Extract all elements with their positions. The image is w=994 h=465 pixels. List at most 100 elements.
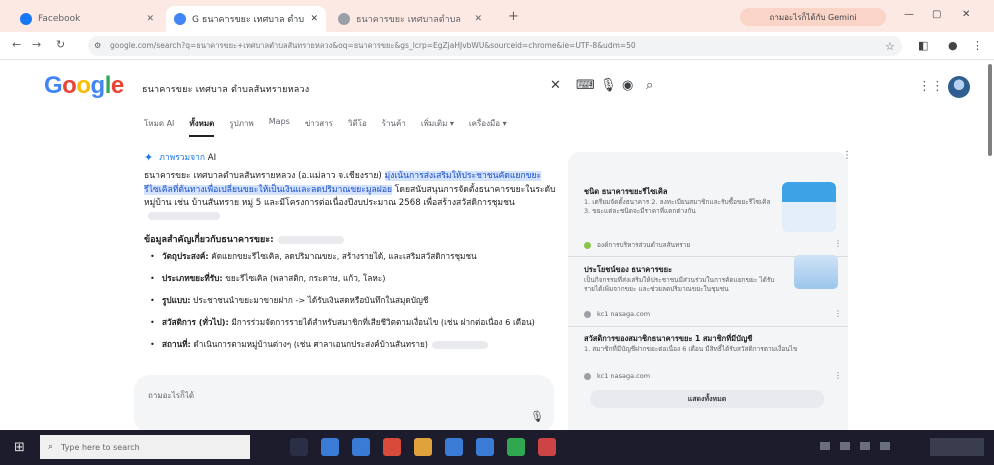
paragraph-intro: ธนาคารขยะ เทศบาลตำบลสันทรายหลวง (อ.แม่ลา…	[144, 171, 385, 181]
task-view-icon[interactable]	[290, 438, 308, 456]
site-favicon-icon	[584, 372, 591, 380]
more-options-icon[interactable]: ⋮	[834, 371, 842, 380]
extensions-icon[interactable]: ◧	[918, 39, 928, 52]
search-filter-tabs: โหมด AI ทั้งหมด รูปภาพ Maps ข่าวสาร วิดี…	[144, 117, 507, 137]
bullet-term: วัตถุประสงค์:	[162, 251, 209, 261]
list-item: สถานที่: ดำเนินการตามหมู่บ้านต่างๆ (เช่น…	[150, 338, 560, 350]
filter-shopping[interactable]: ร้านค้า	[382, 117, 406, 137]
bullet-text: ขยะรีไซเคิล (พลาสติก, กระดาษ, แก้ว, โลหะ…	[222, 273, 386, 283]
page-scrollbar[interactable]	[984, 60, 994, 430]
avatar[interactable]	[948, 76, 970, 98]
gemini-button[interactable]: ถามอะไรก็ได้กับ Gemini	[740, 8, 886, 26]
lens-icon[interactable]: ◉	[622, 78, 633, 93]
google-icon	[174, 13, 186, 25]
source-chip[interactable]	[277, 235, 344, 244]
tray-icon[interactable]	[880, 442, 890, 450]
site-name: kc1 nasaga.com	[597, 310, 651, 318]
bookmark-star-icon[interactable]: ☆	[885, 40, 895, 53]
tray-icon[interactable]	[820, 442, 830, 450]
search-icon[interactable]: ⌕	[646, 78, 653, 93]
gemini-button-label: ถามอะไรก็ได้กับ Gemini	[769, 12, 857, 22]
filter-news[interactable]: ข่าวสาร	[305, 117, 333, 137]
site-favicon-icon	[584, 241, 591, 249]
chrome-icon[interactable]	[445, 438, 463, 456]
app-icon[interactable]	[352, 438, 370, 456]
bullet-term: สถานที่:	[162, 339, 191, 349]
tab-waste-bank[interactable]: ธนาคารขยะ เทศบาลตำบล ✕	[330, 6, 490, 32]
maximize-icon[interactable]: ▢	[932, 9, 941, 20]
tab-google-search[interactable]: G ธนาคารขยะ เทศบาล ตำบลสันทรายหลวง ✕	[166, 6, 326, 32]
plus-icon[interactable]: +	[508, 9, 519, 24]
google-logo[interactable]: Google	[44, 72, 124, 100]
source-title: สวัสดิการของสมาชิกธนาคารขยะ 1 สมาชิกที่ม…	[584, 334, 753, 343]
filter-maps[interactable]: Maps	[269, 117, 290, 137]
app-icon[interactable]	[507, 438, 525, 456]
search-input[interactable]: ธนาคารขยะ เทศบาล ตำบลสันทรายหลวง	[142, 82, 442, 96]
file-explorer-icon[interactable]	[414, 438, 432, 456]
close-icon[interactable]: ✕	[146, 14, 154, 24]
windows-start-icon[interactable]: ⊞	[14, 440, 25, 455]
list-item: สวัสดิการ (ทั่วไป): มีการร่วมจัดการรายได…	[150, 316, 560, 328]
filter-tools[interactable]: เครื่องมือ ▾	[469, 117, 507, 137]
taskbar-clock[interactable]	[930, 438, 984, 456]
menu-icon[interactable]: ⋮	[972, 39, 983, 52]
ai-overview-header: ✦ ภาพรวมจาก AI	[144, 150, 216, 164]
facebook-icon	[20, 13, 32, 25]
filter-more[interactable]: เพิ่มเติม ▾	[421, 117, 454, 137]
site-favicon-icon	[584, 310, 591, 318]
close-window-icon[interactable]: ✕	[962, 9, 970, 20]
taskbar-app-icons	[290, 438, 556, 456]
sources-panel: ชนิด ธนาคารขยะรีไซเคิล 1. เตรียมจัดตั้งธ…	[568, 152, 848, 452]
bullet-term: รูปแบบ:	[162, 295, 191, 305]
logo-letter: e	[110, 72, 124, 99]
source-chip[interactable]	[431, 340, 488, 349]
reload-icon[interactable]: ↻	[56, 38, 65, 51]
source-title: ประโยชน์ของ ธนาคารขยะ	[584, 265, 673, 274]
tab-facebook[interactable]: Facebook ✕	[12, 6, 162, 32]
close-icon[interactable]: ✕	[310, 14, 318, 24]
mic-icon[interactable]: 🎙	[600, 78, 617, 93]
url-text: google.com/search?q=ธนาคารขยะ+เทศบาลตำบล…	[110, 41, 636, 50]
search-icon: ⌕	[48, 442, 54, 452]
taskbar-search-input[interactable]: ⌕ Type here to search	[40, 435, 250, 459]
show-all-label: แสดงทั้งหมด	[687, 394, 727, 403]
logo-letter: G	[44, 72, 63, 99]
browser-toolbar: ← → ↻ google.com/search?q=ธนาคารขยะ+เทศบ…	[0, 32, 994, 60]
back-icon[interactable]: ←	[12, 38, 21, 51]
more-options-icon[interactable]: ⋮	[834, 239, 842, 248]
tray-icon[interactable]	[840, 442, 850, 450]
browser-tab-bar: Facebook ✕ G ธนาคารขยะ เทศบาล ตำบลสันทรา…	[0, 0, 994, 32]
app-icon[interactable]	[538, 438, 556, 456]
filter-images[interactable]: รูปภาพ	[229, 117, 253, 137]
app-icon[interactable]	[476, 438, 494, 456]
minimize-icon[interactable]: —	[904, 9, 914, 20]
site-info-icon[interactable]: ⚙	[94, 41, 101, 50]
forward-icon[interactable]: →	[32, 38, 41, 51]
list-item: วัตถุประสงค์: คัดแยกขยะรีไซเคิล, ลดปริมา…	[150, 250, 560, 262]
ai-overview-label-suffix: AI	[207, 153, 217, 163]
show-all-button[interactable]: แสดงทั้งหมด	[590, 390, 824, 408]
source-chip[interactable]	[148, 212, 220, 220]
clear-icon[interactable]: ✕	[550, 78, 561, 93]
filter-videos[interactable]: วิดีโอ	[348, 117, 367, 137]
more-options-icon[interactable]: ⋮	[834, 309, 842, 318]
app-icon[interactable]	[321, 438, 339, 456]
logo-letter: o	[76, 72, 91, 99]
ask-followup-box[interactable]: ถามอะไรก็ได้ 🎙	[134, 375, 554, 433]
close-icon[interactable]: ✕	[474, 14, 482, 24]
pdf-app-icon[interactable]	[383, 438, 401, 456]
ask-placeholder: ถามอะไรก็ได้	[148, 391, 195, 400]
tray-icon[interactable]	[860, 442, 870, 450]
filter-all[interactable]: ทั้งหมด	[189, 117, 215, 137]
scrollbar-thumb[interactable]	[988, 64, 992, 156]
keyboard-icon[interactable]: ⌨	[576, 78, 595, 93]
logo-letter: g	[90, 72, 106, 99]
filter-ai-mode[interactable]: โหมด AI	[144, 117, 174, 137]
mic-icon[interactable]: 🎙	[530, 410, 544, 423]
bullet-text: คัดแยกขยะรีไซเคิล, ลดปริมาณขยะ, สร้างราย…	[208, 251, 477, 261]
ai-subheading-text: ข้อมูลสำคัญเกี่ยวกับธนาคารขยะ:	[144, 235, 274, 245]
profile-icon[interactable]: ●	[948, 39, 958, 52]
address-bar[interactable]: google.com/search?q=ธนาคารขยะ+เทศบาลตำบล…	[88, 36, 902, 56]
tab-title: Facebook	[38, 14, 81, 24]
list-item: รูปแบบ: ประชาชนนำขยะมาขายฝาก -> ได้รับเง…	[150, 294, 560, 306]
